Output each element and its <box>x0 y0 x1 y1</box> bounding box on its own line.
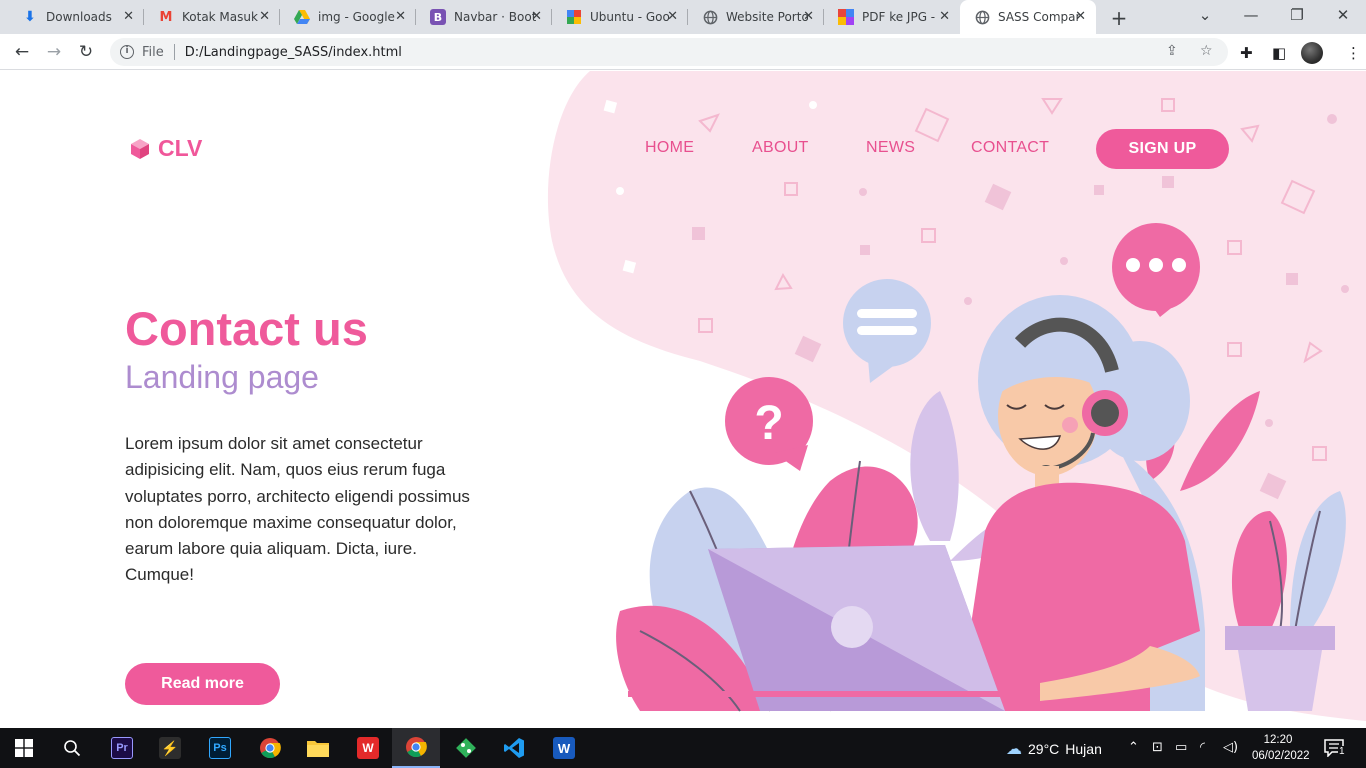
close-tab-icon[interactable]: ✕ <box>667 9 678 24</box>
cube-logo-icon <box>131 138 149 159</box>
hero-title: Contact us <box>125 302 368 355</box>
tab-pdf-to-jpg[interactable]: PDF ke JPG - ✕ <box>824 0 960 34</box>
reload-button[interactable]: ↻ <box>74 40 98 64</box>
tab-bootstrap[interactable]: B Navbar · Boot ✕ <box>416 0 552 34</box>
git-icon[interactable] <box>442 728 490 768</box>
google-slides-icon <box>566 9 582 25</box>
google-drive-icon <box>294 9 310 25</box>
address-divider <box>173 44 175 60</box>
extensions-icon[interactable]: ✚ <box>1240 44 1253 62</box>
tab-gmail[interactable]: M Kotak Masuk ✕ <box>144 0 280 34</box>
close-tab-icon[interactable]: ✕ <box>531 9 542 24</box>
support-agent-figure <box>970 295 1205 711</box>
address-bar[interactable]: i File D:/Landingpage_SASS/index.html ⇪ … <box>110 38 1228 66</box>
potted-plant <box>1225 491 1346 711</box>
close-tab-icon[interactable]: ✕ <box>259 9 270 24</box>
vscode-icon[interactable] <box>490 728 538 768</box>
menu-icon[interactable]: ⋮ <box>1346 44 1361 62</box>
tab-google-drive[interactable]: img - Google ✕ <box>280 0 416 34</box>
tab-downloads[interactable]: ⬇ Downloads ✕ <box>8 0 144 34</box>
minimize-button[interactable]: — <box>1239 6 1263 24</box>
close-tab-icon[interactable]: ✕ <box>939 9 950 24</box>
close-tab-icon[interactable]: ✕ <box>395 9 406 24</box>
tab-sass-company-active[interactable]: SASS Compan ✕ <box>960 0 1096 34</box>
tab-website-portfolio[interactable]: Website Porto ✕ <box>688 0 824 34</box>
globe-icon <box>974 9 990 25</box>
tab-google-slides[interactable]: Ubuntu - Goo ✕ <box>552 0 688 34</box>
download-icon: ⬇ <box>24 9 36 25</box>
close-tab-icon[interactable]: ✕ <box>803 9 814 24</box>
volume-icon[interactable]: ◁) <box>1223 740 1238 755</box>
read-more-button[interactable]: Read more <box>125 663 280 705</box>
browser-tab-strip: ⬇ Downloads ✕ M Kotak Masuk ✕ img - Goog… <box>0 0 1366 34</box>
share-icon[interactable]: ⇪ <box>1166 43 1178 59</box>
forward-button[interactable]: → <box>42 40 66 64</box>
site-info-icon[interactable]: i <box>120 45 134 59</box>
svg-text:?: ? <box>754 397 783 450</box>
side-panel-icon[interactable]: ◧ <box>1272 44 1286 62</box>
close-window-button[interactable]: ✕ <box>1331 6 1355 24</box>
chrome-icon[interactable] <box>246 728 294 768</box>
photoshop-icon[interactable]: Ps <box>196 728 244 768</box>
app-icon[interactable]: ⚡ <box>146 728 194 768</box>
close-tab-icon[interactable]: ✕ <box>123 9 134 24</box>
hero-subtitle: Landing page <box>125 359 319 395</box>
tab-search-icon[interactable]: ⌄ <box>1193 6 1217 24</box>
search-icon[interactable] <box>48 728 96 768</box>
tab-title: SASS Compan <box>998 10 1080 24</box>
restore-button[interactable]: ❐ <box>1285 6 1309 24</box>
profile-avatar[interactable] <box>1301 42 1323 64</box>
windows-start-icon[interactable] <box>0 728 48 768</box>
system-clock[interactable]: 12:20 06/02/2022 <box>1252 732 1310 764</box>
browser-toolbar: ← → ↻ i File D:/Landingpage_SASS/index.h… <box>0 34 1366 70</box>
notification-count: 1 <box>1338 746 1346 757</box>
clock-time: 12:20 <box>1263 734 1293 746</box>
tab-title: img - Google <box>318 10 395 24</box>
chat-bubble-question: ? <box>725 377 813 471</box>
chrome-icon[interactable] <box>392 728 440 768</box>
pdf-tool-icon <box>838 9 854 25</box>
close-tab-icon[interactable]: ✕ <box>1075 9 1086 24</box>
windows-taskbar: Pr ⚡ Ps W W ☁ 29°C Hujan ⌃ ⊡ ▭ ◜ ◁) 12:2… <box>0 728 1366 768</box>
premiere-pro-icon[interactable]: Pr <box>98 728 146 768</box>
file-explorer-icon[interactable] <box>294 728 342 768</box>
landing-page: CLV HOME ABOUT NEWS CONTACT SIGN UP Cont… <box>0 71 1366 728</box>
network-device-icon[interactable]: ⊡ <box>1152 740 1163 755</box>
tab-title: Kotak Masuk <box>182 10 258 24</box>
tab-title: Website Porto <box>726 10 808 24</box>
clock-date: 06/02/2022 <box>1252 750 1310 762</box>
wifi-icon[interactable]: ◜ <box>1200 740 1205 755</box>
new-tab-button[interactable]: + <box>1108 6 1130 30</box>
battery-icon[interactable]: ▭ <box>1175 740 1187 755</box>
weather-temp: 29°C <box>1028 741 1060 757</box>
chat-bubble-lines <box>843 279 931 383</box>
weather-condition: Hujan <box>1065 741 1102 757</box>
scheme-label: File <box>142 44 164 60</box>
notification-center-icon[interactable]: 1 <box>1322 737 1348 759</box>
tab-title: Downloads <box>46 10 112 24</box>
word-icon[interactable]: W <box>540 728 588 768</box>
site-logo[interactable]: CLV <box>128 135 202 162</box>
tab-title: Navbar · Boot <box>454 10 536 24</box>
logo-text: CLV <box>158 135 203 161</box>
tab-title: Ubuntu - Goo <box>590 10 670 24</box>
globe-icon <box>702 9 718 25</box>
back-button[interactable]: ← <box>10 40 34 64</box>
chat-bubble-dots <box>1112 223 1200 317</box>
gmail-icon: M <box>159 9 173 25</box>
hero-body-text: Lorem ipsum dolor sit amet consectetur a… <box>125 434 470 585</box>
url-text[interactable]: D:/Landingpage_SASS/index.html <box>185 45 402 60</box>
rain-cloud-icon: ☁ <box>1006 741 1022 758</box>
tab-title: PDF ke JPG - <box>862 10 936 24</box>
bootstrap-icon: B <box>430 9 446 25</box>
weather-widget[interactable]: ☁ 29°C Hujan <box>1006 739 1102 759</box>
support-agent-illustration: ? <box>616 223 1346 712</box>
bookmark-star-icon[interactable]: ☆ <box>1200 43 1213 59</box>
show-hidden-icons-icon[interactable]: ⌃ <box>1128 740 1139 755</box>
wps-office-icon[interactable]: W <box>344 728 392 768</box>
